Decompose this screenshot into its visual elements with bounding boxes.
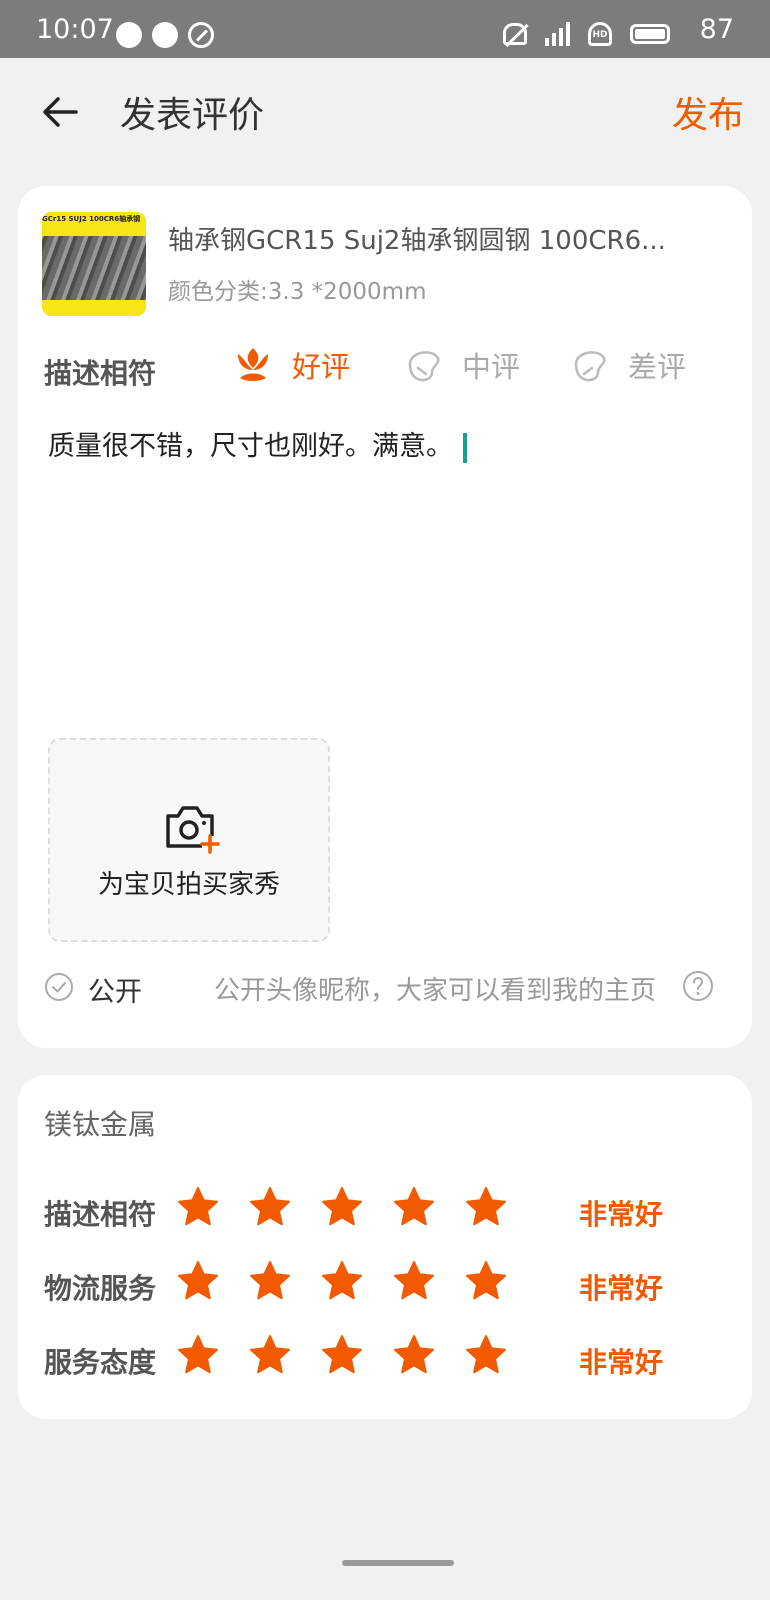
star-icon[interactable]	[392, 1185, 436, 1229]
hd-icon: HD	[588, 22, 612, 46]
rating-bad-option[interactable]: 差评	[568, 344, 686, 386]
rating-neutral-label: 中评	[462, 350, 521, 384]
product-thumbnail: GCr15 SUJ2 100CR6轴承钢	[42, 212, 146, 316]
shop-name: 镁钛金属	[44, 1108, 157, 1141]
star-icon[interactable]	[464, 1185, 508, 1229]
star-icon[interactable]	[464, 1259, 508, 1303]
star-rating[interactable]	[176, 1185, 508, 1229]
status-time: 10:07	[36, 14, 114, 45]
score-row-service: 服务态度 非常好	[44, 1333, 734, 1383]
star-icon[interactable]	[248, 1333, 292, 1377]
header: 发表评价 发布	[0, 58, 770, 168]
rating-bad-label: 差评	[628, 350, 687, 384]
score-text: 非常好	[579, 1198, 664, 1231]
add-photo-button[interactable]: 为宝贝拍买家秀	[48, 738, 330, 942]
public-label[interactable]: 公开	[88, 970, 142, 1009]
rating-good-label: 好评	[292, 350, 351, 384]
score-label: 服务态度	[44, 1346, 157, 1379]
text-cursor	[463, 432, 467, 463]
score-label: 物流服务	[44, 1272, 157, 1305]
battery-icon	[630, 24, 670, 44]
star-icon[interactable]	[392, 1259, 436, 1303]
status-bar: 10:07 HD 87	[0, 0, 770, 58]
star-icon[interactable]	[320, 1333, 364, 1377]
review-text: 质量很不错，尺寸也刚好。满意。	[48, 431, 453, 462]
star-icon[interactable]	[176, 1185, 220, 1229]
score-row-logistics: 物流服务 非常好	[44, 1259, 734, 1309]
help-icon[interactable]	[682, 970, 714, 1002]
publish-button[interactable]: 发布	[672, 86, 744, 138]
sad-face-icon	[574, 351, 606, 382]
star-icon[interactable]	[176, 1333, 220, 1377]
review-card: GCr15 SUJ2 100CR6轴承钢 轴承钢GCR15 Suj2轴承钢圆钢 …	[18, 186, 752, 1048]
star-rating[interactable]	[176, 1259, 508, 1303]
star-icon[interactable]	[176, 1259, 220, 1303]
score-text: 非常好	[579, 1272, 664, 1305]
star-icon[interactable]	[320, 1185, 364, 1229]
system-icons: HD	[503, 22, 670, 46]
wechat-icon	[152, 22, 178, 48]
score-text: 非常好	[579, 1346, 664, 1379]
notification-icons	[116, 22, 214, 48]
muted-bell-icon	[503, 23, 527, 45]
star-icon[interactable]	[464, 1333, 508, 1377]
star-icon[interactable]	[248, 1259, 292, 1303]
chat-bubble-icon	[116, 22, 142, 48]
public-check-icon[interactable]	[44, 972, 74, 1002]
score-row-description: 描述相符 非常好	[44, 1185, 734, 1235]
add-photo-label: 为宝贝拍买家秀	[97, 870, 280, 900]
page-title: 发表评价	[120, 95, 265, 136]
back-arrow-icon[interactable]	[40, 92, 80, 132]
star-rating[interactable]	[176, 1333, 508, 1377]
thumbnail-caption: GCr15 SUJ2 100CR6轴承钢	[42, 215, 141, 223]
review-input[interactable]: 质量很不错，尺寸也刚好。满意。	[48, 424, 467, 463]
public-description: 公开头像昵称，大家可以看到我的主页	[214, 976, 657, 1006]
star-icon[interactable]	[320, 1259, 364, 1303]
battery-level: 87	[699, 14, 734, 45]
rating-label: 描述相符	[44, 357, 157, 390]
product-title: 轴承钢GCR15 Suj2轴承钢圆钢 100CR6...	[168, 226, 666, 256]
home-indicator[interactable]	[342, 1560, 454, 1566]
camera-add-icon	[166, 806, 220, 854]
rating-good-option[interactable]: 好评	[232, 344, 350, 386]
do-not-disturb-icon	[188, 22, 214, 48]
score-label: 描述相符	[44, 1198, 157, 1231]
shop-score-card: 镁钛金属 描述相符 非常好 物流服务 非常好 服务态度 非常好	[18, 1075, 752, 1419]
flower-icon	[238, 348, 268, 381]
product-spec: 颜色分类:3.3 *2000mm	[168, 279, 427, 305]
star-icon[interactable]	[248, 1185, 292, 1229]
rating-neutral-option[interactable]: 中评	[402, 344, 520, 386]
neutral-face-icon	[408, 351, 440, 382]
signal-icon	[545, 22, 570, 46]
star-icon[interactable]	[392, 1333, 436, 1377]
